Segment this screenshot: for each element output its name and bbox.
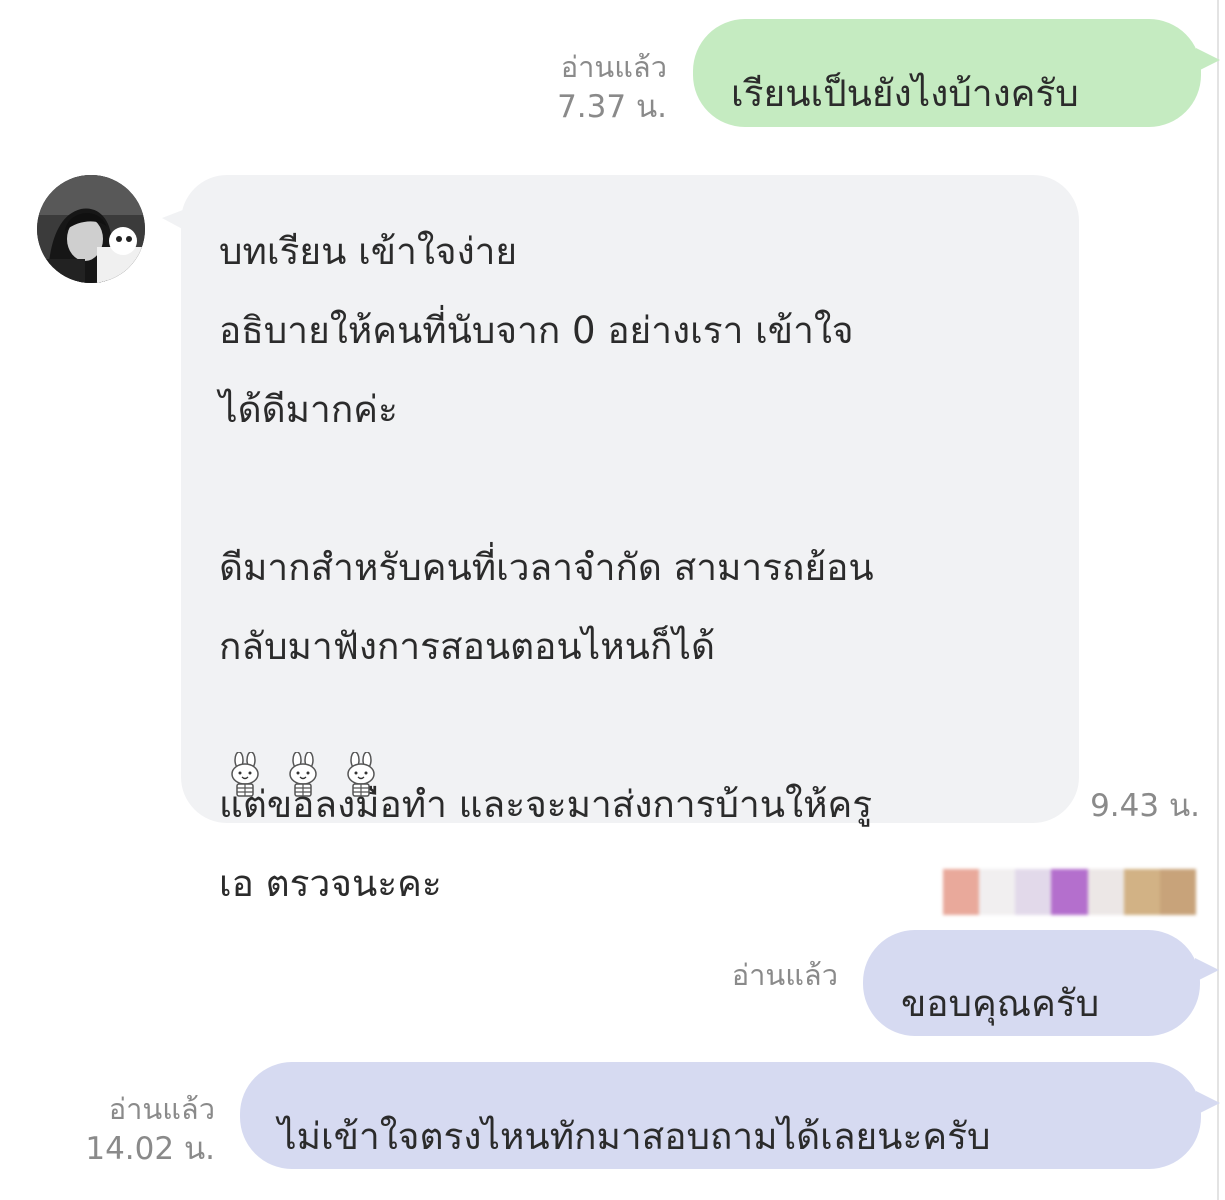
- message-text: ขอบคุณครับ: [901, 982, 1100, 1025]
- message-line: อธิบายให้คนที่นับจาก 0 อย่างเรา เข้าใจ: [219, 309, 854, 352]
- sticker-pixel-block: [1123, 869, 1160, 915]
- bunny-emoji: [347, 752, 375, 797]
- emoji-row: [228, 752, 378, 798]
- sticker-pixel-block: [943, 869, 980, 915]
- sticker-pixel-block: [1015, 869, 1052, 915]
- outgoing-message-bubble[interactable]: ขอบคุณครับ: [863, 930, 1200, 1036]
- bubble-tail: [1195, 958, 1219, 982]
- message-text: ไม่เข้าใจตรงไหนทักมาสอบถามได้เลยนะครับ: [278, 1115, 991, 1158]
- message-text: เรียนเป็นยังไงบ้างครับ: [731, 72, 1079, 115]
- bubble-tail: [1196, 48, 1220, 72]
- chat-view: อ่านแล้ว 7.37 น. เรียนเป็นยังไงบ้างครับ …: [0, 0, 1225, 1200]
- scrollbar-edge[interactable]: [1217, 0, 1219, 1200]
- message-meta: 9.43 น.: [1090, 786, 1200, 826]
- avatar-image-icon: [37, 175, 145, 283]
- sticker-pixel-block: [979, 869, 1016, 915]
- bunny-emoji: [231, 752, 259, 797]
- message-meta: อ่านแล้ว 7.37 น.: [557, 47, 667, 127]
- read-receipt: อ่านแล้ว: [108, 1092, 215, 1126]
- message-time: 9.43 น.: [1090, 788, 1200, 824]
- message-line-blank: [219, 459, 1079, 519]
- message-time: 14.02 น.: [85, 1131, 215, 1167]
- message-line: กลับมาฟังการสอนตอนไหนก็ได้: [219, 625, 716, 668]
- read-receipt: อ่านแล้ว: [560, 50, 667, 84]
- sticker-preview[interactable]: [943, 869, 1196, 915]
- bunny-emoji: [289, 752, 317, 797]
- sticker-pixel-block: [1051, 869, 1088, 915]
- message-line: ได้ดีมากค่ะ: [219, 388, 398, 431]
- sticker-pixel-block: [1087, 869, 1124, 915]
- sticker-pixel-block: [1159, 869, 1196, 915]
- message-time: 7.37 น.: [557, 89, 667, 125]
- avatar[interactable]: [37, 175, 145, 283]
- message-line: ดีมากสำหรับคนที่เวลาจำกัด สามารถย้อน: [219, 546, 874, 589]
- message-meta: อ่านแล้ว 14.02 น.: [85, 1089, 215, 1169]
- outgoing-message-bubble[interactable]: เรียนเป็นยังไงบ้างครับ: [693, 19, 1201, 127]
- bubble-tail: [1196, 1091, 1220, 1115]
- incoming-message-bubble[interactable]: บทเรียน เข้าใจง่าย อธิบายให้คนที่นับจาก …: [181, 175, 1079, 905]
- message-line-blank: [219, 696, 1079, 756]
- message-line: บทเรียน เข้าใจง่าย: [219, 230, 518, 273]
- outgoing-message-bubble[interactable]: ไม่เข้าใจตรงไหนทักมาสอบถามได้เลยนะครับ: [240, 1062, 1201, 1169]
- message-meta: อ่านแล้ว: [732, 955, 838, 995]
- read-receipt: อ่านแล้ว: [731, 958, 838, 992]
